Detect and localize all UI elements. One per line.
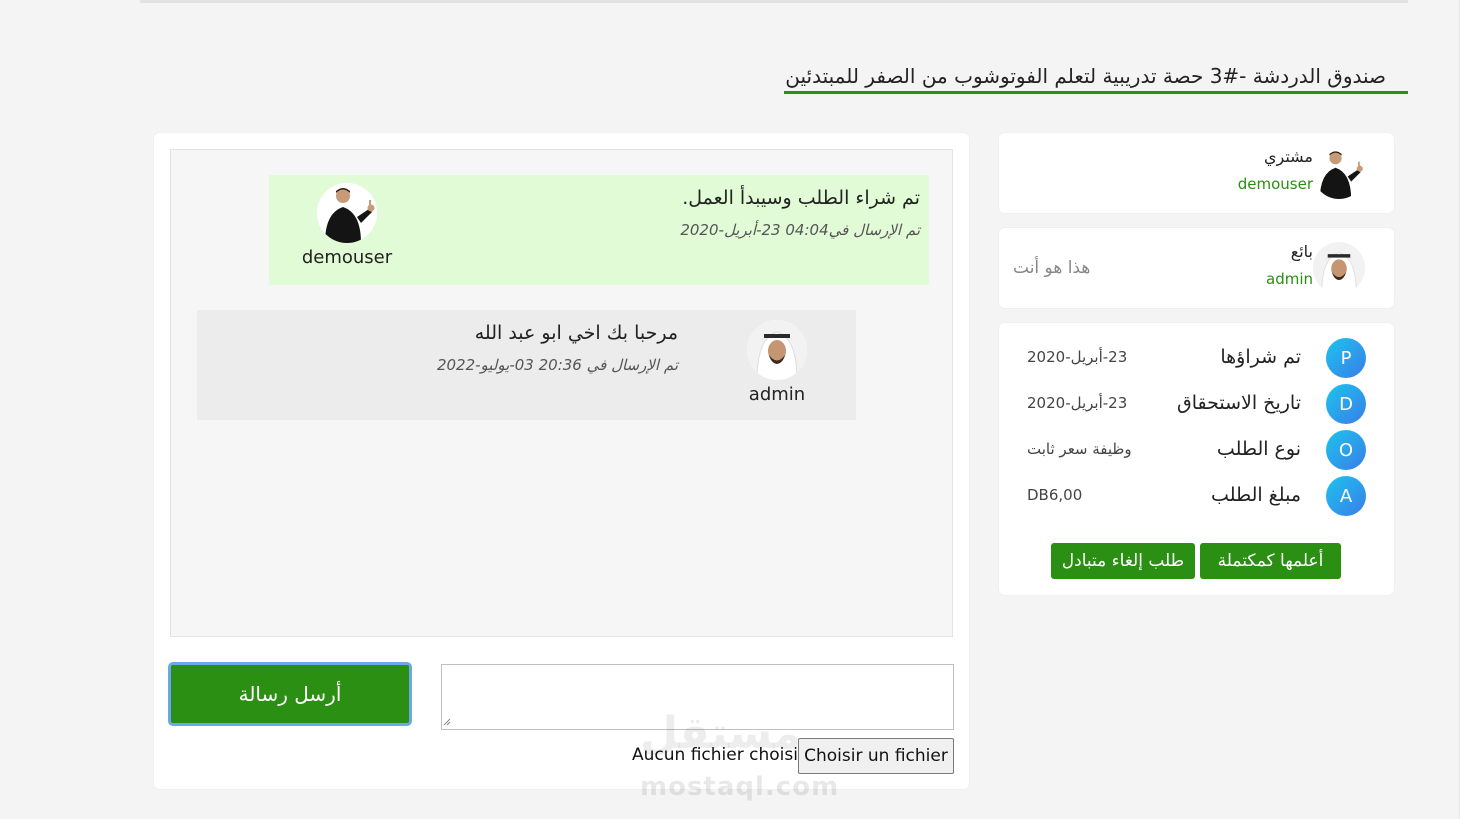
message-input[interactable] <box>441 664 954 730</box>
buyer-card: مشتري demouser <box>999 133 1394 213</box>
this-is-you-label: هذا هو أنت <box>1013 258 1091 278</box>
seller-role-label: بائع <box>1290 242 1313 261</box>
message-text: مرحبا بك اخي ابو عبد الله <box>474 322 678 344</box>
chat-message-buyer: تم شراء الطلب وسيبدأ العمل. تم الإرسال ف… <box>269 175 929 285</box>
chat-message-seller: مرحبا بك اخي ابو عبد الله تم الإرسال في … <box>197 310 856 420</box>
order-info-row: D تاريخ الاستحقاق 23-أبريل-2020 <box>999 384 1394 424</box>
buyer-role-label: مشتري <box>1263 147 1313 166</box>
info-value: 23-أبريل-2020 <box>1027 348 1128 366</box>
message-text: تم شراء الطلب وسيبدأ العمل. <box>682 187 920 209</box>
message-username: admin <box>748 384 806 405</box>
buyer-avatar-icon <box>1313 147 1365 199</box>
amount-icon: A <box>1326 476 1366 516</box>
order-info-row: A مبلغ الطلب DB6,00 <box>999 476 1394 516</box>
info-value: DB6,00 <box>1027 486 1083 504</box>
chat-messages-box: تم شراء الطلب وسيبدأ العمل. تم الإرسال ف… <box>170 149 953 637</box>
send-message-button[interactable]: أرسل رسالة <box>168 662 412 726</box>
order-type-icon: O <box>1326 430 1366 470</box>
info-label: تاريخ الاستحقاق <box>1176 392 1301 414</box>
message-username: demouser <box>301 247 393 268</box>
seller-username[interactable]: admin <box>1266 270 1313 288</box>
order-info-card: P تم شراؤها 23-أبريل-2020 D تاريخ الاستح… <box>999 323 1394 595</box>
info-label: نوع الطلب <box>1216 438 1301 460</box>
buyer-avatar-icon <box>317 183 377 243</box>
page-title-text: صندوق الدردشة -#3 حصة تدريبية لتعلم الفو… <box>785 64 1386 88</box>
due-date-icon: D <box>1326 384 1366 424</box>
mutual-cancel-button[interactable]: طلب إلغاء متبادل <box>1051 543 1195 579</box>
message-timestamp: تم الإرسال في 20:36 03-يوليو-2022 <box>436 356 678 374</box>
chat-card: تم شراء الطلب وسيبدأ العمل. تم الإرسال ف… <box>154 133 969 789</box>
info-value: وظيفة سعر ثابت <box>1027 440 1132 458</box>
order-info-row: P تم شراؤها 23-أبريل-2020 <box>999 338 1394 378</box>
purchased-icon: P <box>1326 338 1366 378</box>
page-title: صندوق الدردشة -#3 حصة تدريبية لتعلم الفو… <box>784 60 1408 94</box>
buyer-username[interactable]: demouser <box>1238 175 1313 193</box>
info-value: 23-أبريل-2020 <box>1027 394 1128 412</box>
seller-avatar-icon <box>1313 242 1365 294</box>
choose-file-button[interactable]: Choisir un fichier <box>798 738 954 774</box>
resize-grip-icon[interactable] <box>443 718 451 726</box>
message-timestamp: تم الإرسال في04:04 23-أبريل-2020 <box>680 221 920 239</box>
info-label: تم شراؤها <box>1220 346 1301 368</box>
order-info-row: O نوع الطلب وظيفة سعر ثابت <box>999 430 1394 470</box>
seller-avatar-icon <box>747 320 807 380</box>
mark-complete-button[interactable]: أعلمها كمكتملة <box>1200 543 1341 579</box>
seller-card: بائع admin هذا هو أنت <box>999 228 1394 308</box>
info-label: مبلغ الطلب <box>1211 484 1301 506</box>
file-status-text: Aucun fichier choisi <box>632 745 798 765</box>
top-divider <box>140 0 1408 3</box>
